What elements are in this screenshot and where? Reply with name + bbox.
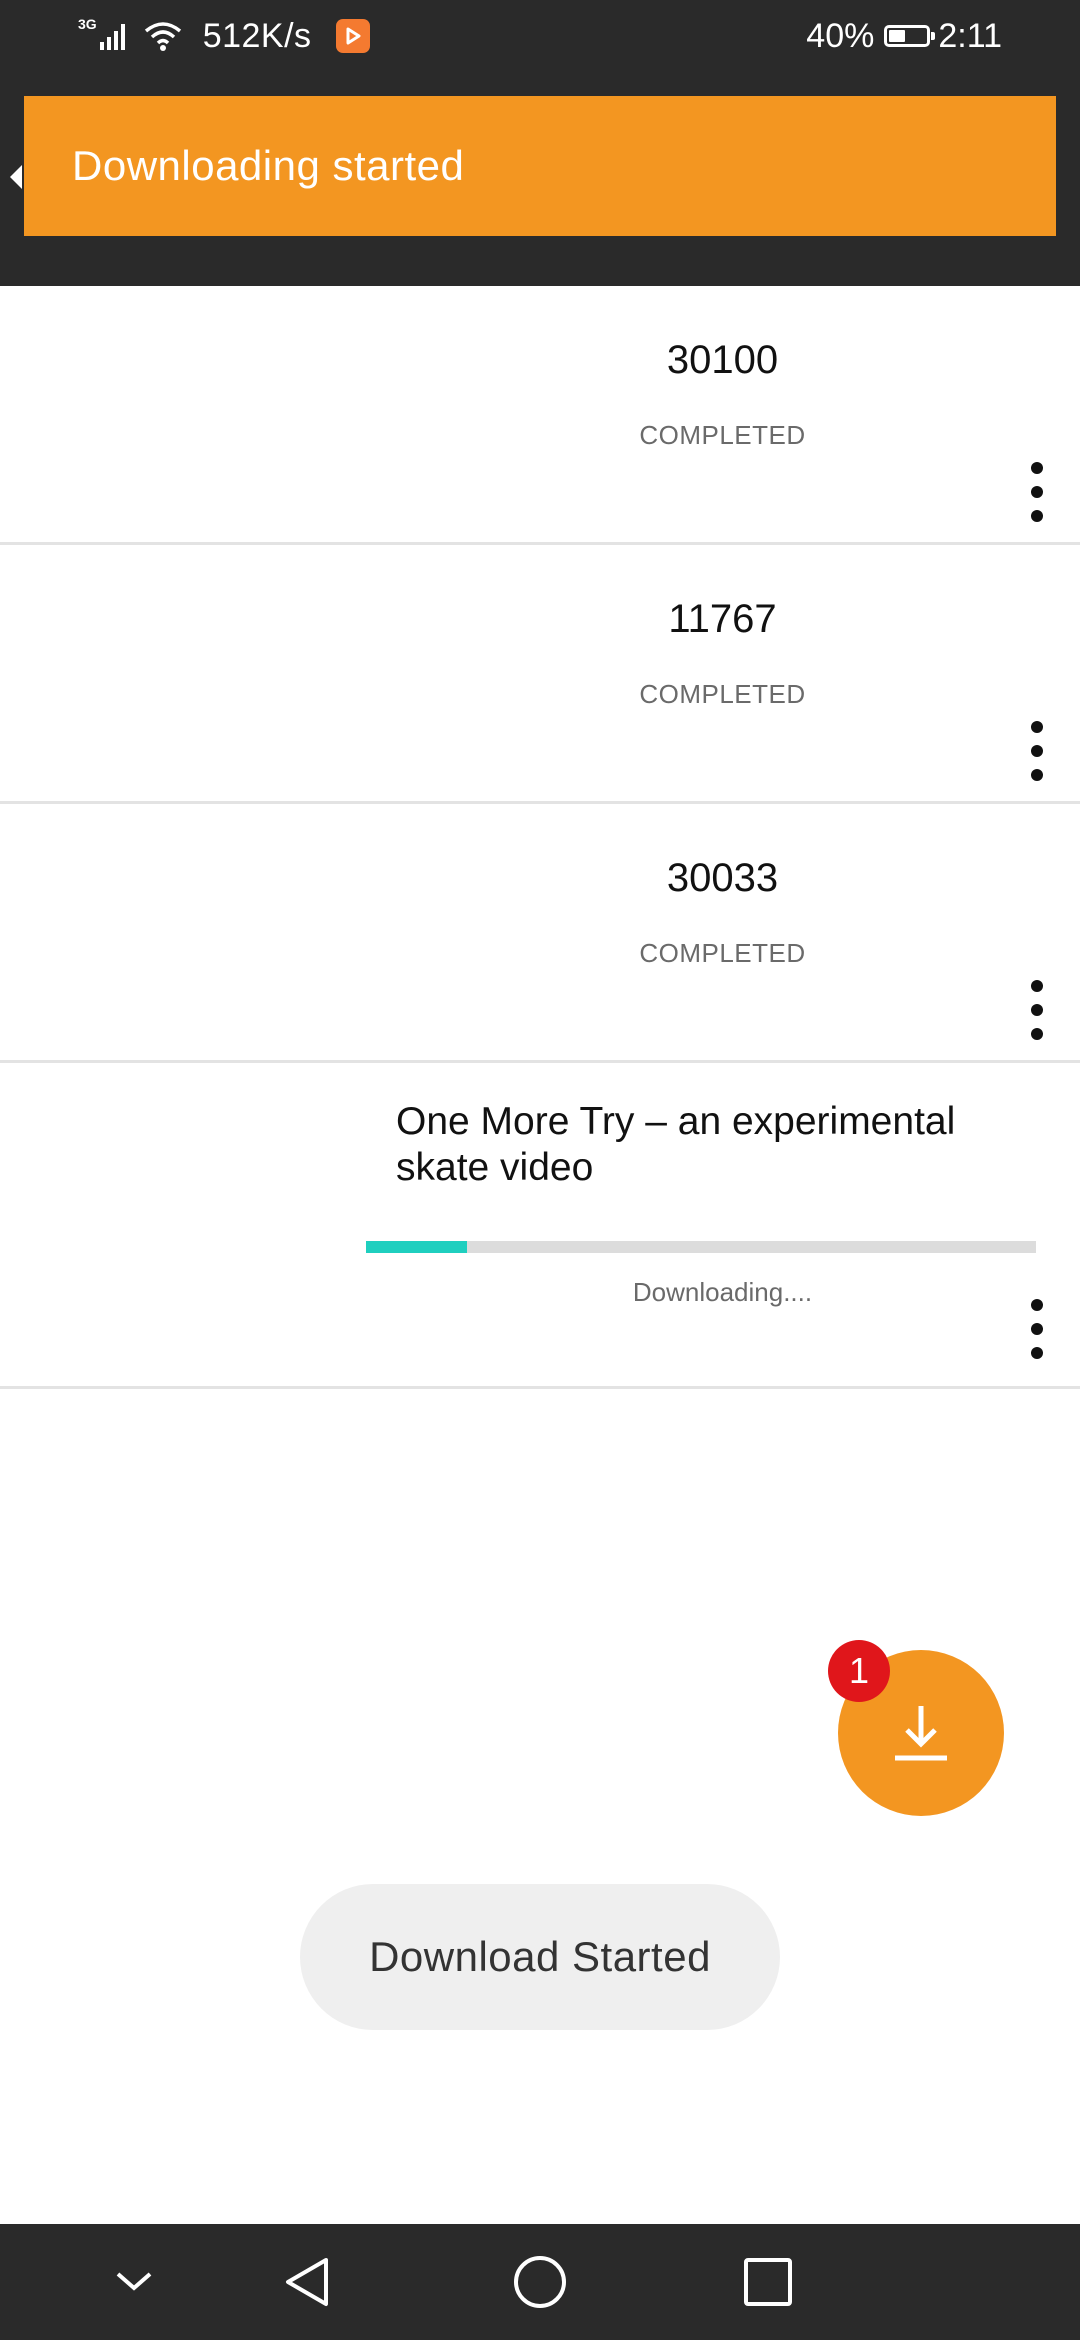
download-icon — [895, 1706, 947, 1761]
status-bar: 3G 512K/s 40% 2:11 — [0, 0, 1080, 72]
battery-icon — [884, 25, 936, 47]
chevron-down-icon[interactable] — [98, 2246, 170, 2318]
more-options-icon[interactable] — [1022, 721, 1052, 781]
wifi-icon — [144, 22, 181, 51]
toast-message: Download Started — [369, 1933, 711, 1980]
toast: Download Started — [300, 1884, 780, 2030]
more-options-icon[interactable] — [1022, 462, 1052, 522]
downloads-list: 30100 COMPLETED 11767 COMPLETED 30033 CO… — [0, 286, 1080, 1389]
download-status: COMPLETED — [639, 938, 806, 968]
download-title: 30100 — [666, 338, 779, 382]
clock: 2:11 — [938, 16, 1002, 55]
snackbar-message: Downloading started — [72, 142, 465, 189]
app-notification-icon — [335, 19, 370, 53]
home-icon[interactable] — [504, 2246, 576, 2318]
download-progress-bar — [366, 1241, 1036, 1253]
download-item[interactable]: 30100 COMPLETED — [0, 286, 1080, 545]
back-caret-icon[interactable] — [10, 165, 22, 189]
snackbar: Downloading started — [24, 96, 1056, 236]
active-download-status: Downloading.... — [632, 1277, 813, 1307]
status-right: 40% 2:11 — [806, 14, 1002, 58]
download-item[interactable]: 11767 COMPLETED — [0, 545, 1080, 804]
active-download-title: One More Try – an experimental skate vid… — [396, 1100, 956, 1189]
download-progress-fill — [366, 1241, 467, 1253]
signal-icon — [99, 24, 125, 50]
download-title: 30033 — [666, 856, 779, 900]
status-left: 3G 512K/s — [78, 14, 370, 58]
battery-percent: 40% — [806, 16, 875, 55]
more-options-icon[interactable] — [1022, 1299, 1052, 1359]
download-status: COMPLETED — [639, 679, 806, 709]
download-status: COMPLETED — [639, 420, 806, 450]
active-download-item[interactable]: One More Try – an experimental skate vid… — [0, 1063, 1080, 1389]
recents-icon[interactable] — [732, 2246, 804, 2318]
back-icon[interactable] — [272, 2246, 344, 2318]
download-item[interactable]: 30033 COMPLETED — [0, 804, 1080, 1063]
network-type-label: 3G — [78, 16, 97, 32]
more-options-icon[interactable] — [1022, 980, 1052, 1040]
network-speed: 512K/s — [202, 16, 312, 55]
navigation-bar — [0, 2224, 1080, 2340]
download-title: 11767 — [668, 597, 777, 641]
download-count-badge: 1 — [828, 1640, 890, 1702]
